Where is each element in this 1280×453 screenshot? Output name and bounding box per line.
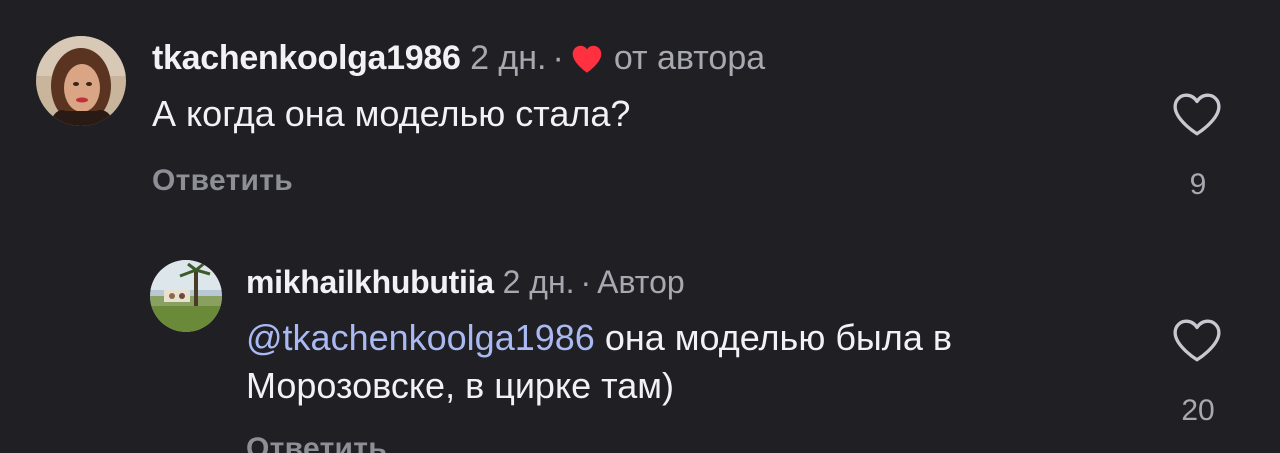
- like-count: 20: [1181, 394, 1215, 427]
- comments-thread: tkachenkoolga1986 2 дн. · от автора А ког…: [0, 0, 1280, 453]
- mention-link[interactable]: @tkachenkoolga1986: [246, 317, 595, 358]
- reply-text-line2: Морозовске, в цирке там): [246, 365, 674, 406]
- comment-time: 2 дн.: [502, 264, 575, 300]
- author-badge: Автор: [597, 264, 685, 300]
- separator-dot: ·: [580, 264, 592, 300]
- comment-meta: tkachenkoolga1986 2 дн. · от автора: [152, 38, 765, 78]
- heart-outline-icon[interactable]: [1172, 92, 1222, 138]
- reply-button[interactable]: Ответить: [152, 164, 293, 198]
- user-photo-icon: [36, 36, 126, 126]
- reply-text-line1: она моделью была в: [594, 317, 952, 358]
- comment-time: 2 дн.: [470, 39, 547, 77]
- reply-meta: mikhailkhubutiia 2 дн. · Автор: [246, 262, 685, 302]
- heart-outline-icon[interactable]: [1172, 318, 1222, 364]
- reply-text: @tkachenkoolga1986 она моделью была в: [246, 314, 952, 362]
- avatar[interactable]: [150, 260, 222, 332]
- like-count: 9: [1189, 168, 1207, 201]
- separator-dot: ·: [552, 39, 564, 77]
- username[interactable]: tkachenkoolga1986: [152, 39, 461, 77]
- reply-button[interactable]: Ответить: [246, 432, 387, 453]
- red-heart-icon: [572, 45, 602, 73]
- user-photo-icon: [150, 260, 222, 332]
- comment-text: А когда она моделью стала?: [152, 93, 631, 134]
- liked-by-author-label: от автора: [613, 39, 766, 77]
- avatar[interactable]: [36, 36, 126, 126]
- username[interactable]: mikhailkhubutiia: [246, 264, 494, 300]
